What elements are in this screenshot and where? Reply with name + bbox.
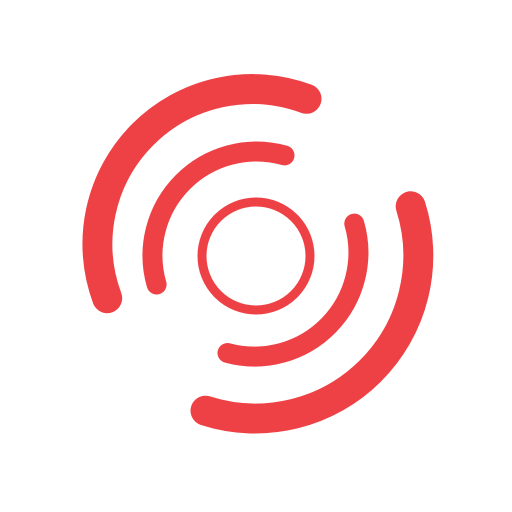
center-ring	[197, 197, 315, 315]
outer-arc-bottom-right	[190, 191, 434, 434]
icon-canvas	[0, 0, 512, 512]
radar-signal-icon	[82, 74, 434, 434]
